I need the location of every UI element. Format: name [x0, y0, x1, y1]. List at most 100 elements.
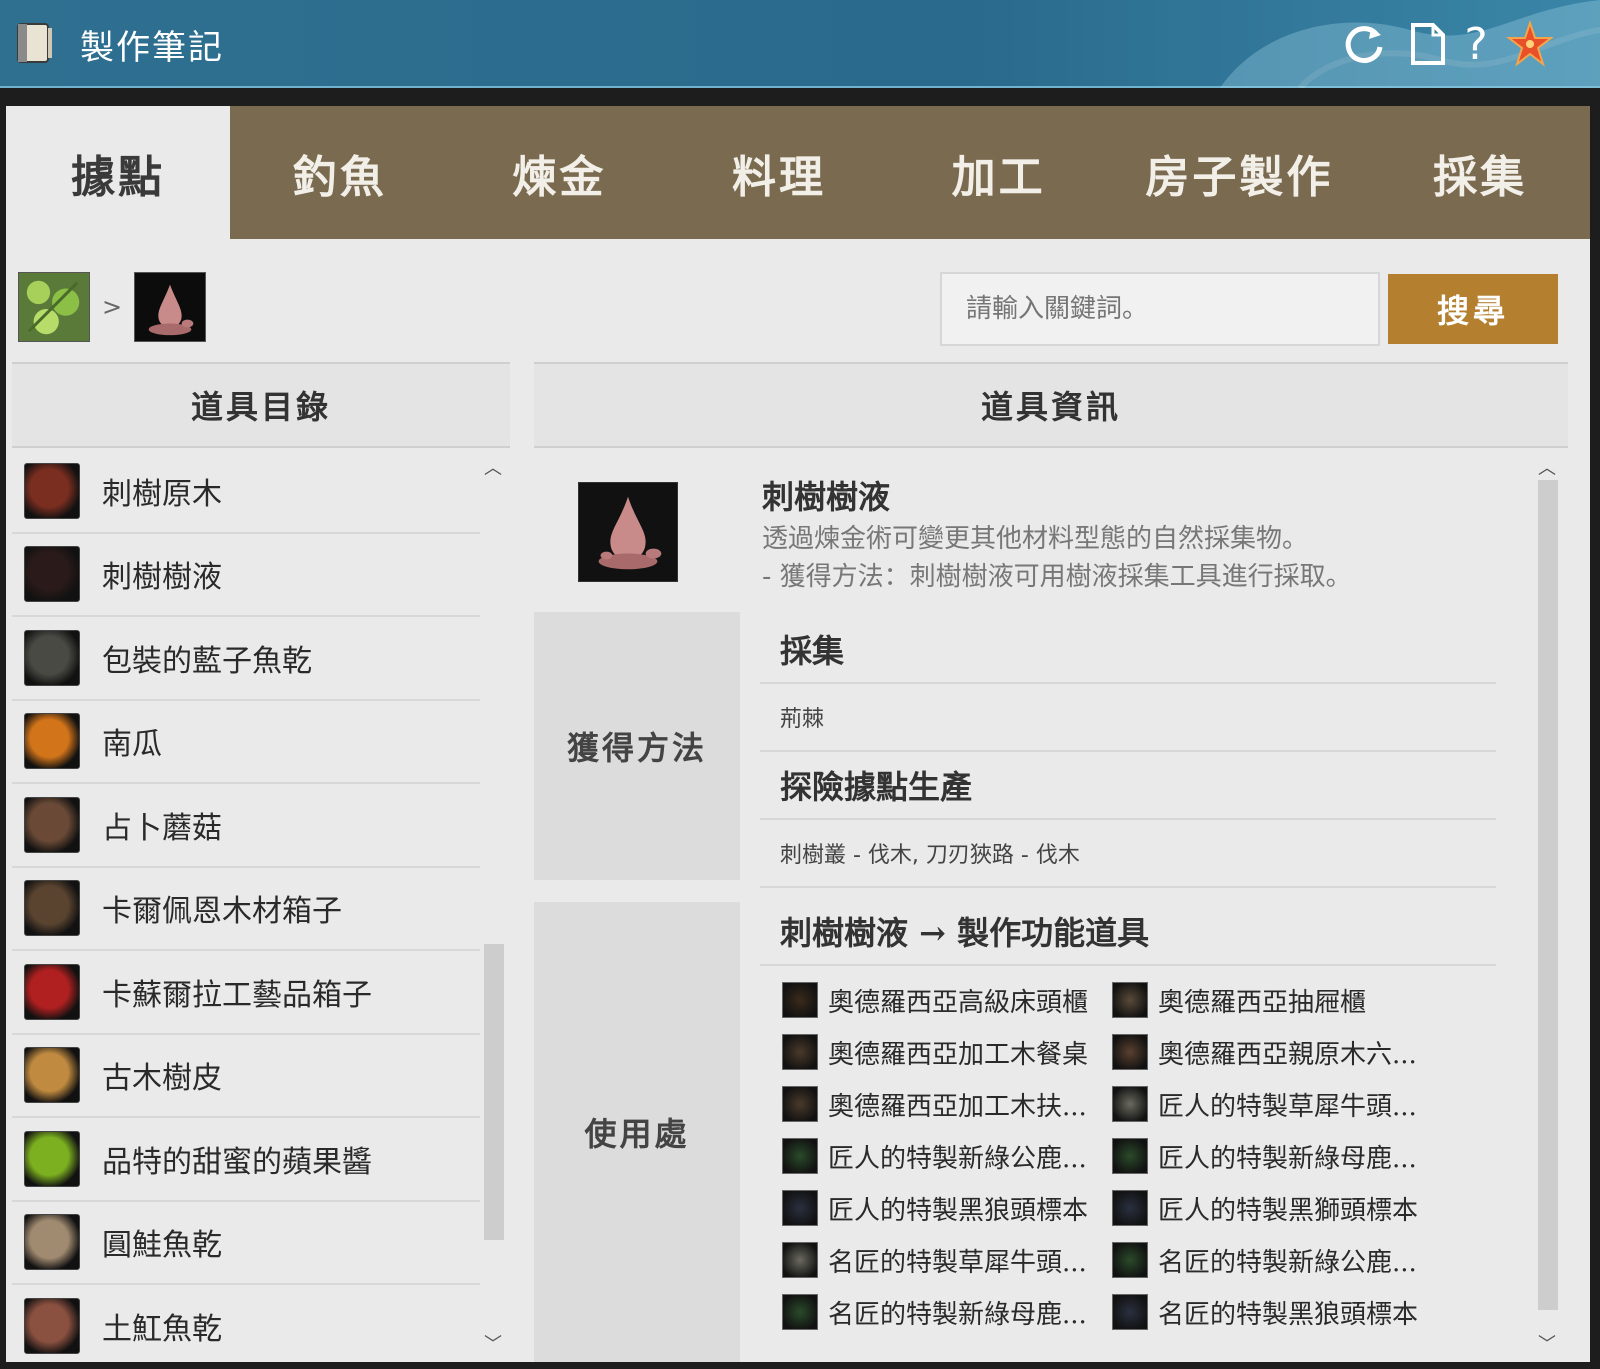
usage-item[interactable]: 匠人的特製黑狼頭標本 — [782, 1188, 1112, 1228]
pumpkin-icon — [24, 713, 80, 770]
furniture-icon — [782, 1034, 818, 1070]
usage-item[interactable]: 奧德羅西亞高級床頭櫃 — [782, 980, 1112, 1020]
list-item-label: 占卜蘑菇 — [102, 810, 222, 846]
furniture-icon — [1112, 1242, 1148, 1278]
list-item[interactable]: 刺樹樹液 — [12, 533, 480, 617]
usage-item[interactable]: 匠人的特製黑獅頭標本 — [1112, 1188, 1442, 1228]
scroll-up-icon[interactable]: ︿ — [1534, 454, 1560, 480]
item-list-scrollbar[interactable]: ︿ ﹀ — [480, 450, 506, 1362]
sap-drop-icon — [24, 546, 80, 603]
page-icon[interactable] — [1404, 20, 1452, 68]
usage-item[interactable]: 名匠的特製黑狼頭標本 — [1112, 1292, 1442, 1332]
breadcrumb-separator: > — [102, 293, 123, 321]
list-item[interactable]: 占卜蘑菇 — [12, 784, 480, 868]
usage-item-label: 名匠的特製新綠母鹿... — [828, 1299, 1087, 1330]
bark-icon — [24, 1047, 80, 1104]
usage-item-label: 奧德羅西亞加工木扶... — [828, 1091, 1087, 1122]
list-item-label: 品特的甜蜜的蘋果醬 — [102, 1144, 372, 1180]
search-input[interactable] — [940, 272, 1380, 346]
tab-house-crafting[interactable]: 房子製作 — [1108, 106, 1370, 239]
usage-item[interactable]: 匠人的特製新綠母鹿... — [1112, 1136, 1442, 1176]
furniture-icon — [1112, 1086, 1148, 1122]
usage-item[interactable]: 名匠的特製草犀牛頭... — [782, 1240, 1112, 1280]
list-item[interactable]: 土魟魚乾 — [12, 1285, 480, 1362]
furniture-icon — [782, 1294, 818, 1330]
list-item[interactable]: 圓鮭魚乾 — [12, 1201, 480, 1285]
list-item-label: 卡蘇爾拉工藝品箱子 — [102, 977, 372, 1013]
tab-cooking[interactable]: 料理 — [669, 106, 889, 239]
usage-item-label: 名匠的特製黑狼頭標本 — [1158, 1299, 1419, 1330]
item-description: 透過煉金術可變更其他材料型態的自然採集物。 - 獲得方法：刺樹樹液可用樹液採集工… — [762, 520, 1352, 596]
usage-item[interactable]: 奧德羅西亞抽屜櫃 — [1112, 980, 1442, 1020]
list-item[interactable]: 卡爾佩恩木材箱子 — [12, 867, 480, 951]
scroll-thumb[interactable] — [484, 944, 504, 1240]
item-description-line: 透過煉金術可變更其他材料型態的自然採集物。 — [762, 524, 1309, 554]
item-list-title: 道具目錄 — [12, 362, 510, 448]
item-description-line: - 獲得方法：刺樹樹液可用樹液採集工具進行採取。 — [762, 562, 1352, 592]
item-info-scrollbar[interactable]: ︿ ﹀ — [1534, 450, 1560, 1362]
scroll-up-icon[interactable]: ︿ — [480, 454, 506, 480]
refresh-icon[interactable] — [1340, 20, 1388, 68]
crate-icon — [24, 880, 80, 937]
usage-heading: 刺樹樹液 → 製作功能道具 — [760, 898, 1496, 966]
node-production-source[interactable]: 刺樹叢 - 伐木, 刀刃狹路 - 伐木 — [760, 820, 1496, 888]
furniture-icon — [782, 982, 818, 1018]
list-item-label: 刺樹原木 — [102, 476, 222, 512]
usage-item[interactable]: 名匠的特製新綠公鹿... — [1112, 1240, 1442, 1280]
usage-item-grid: 奧德羅西亞高級床頭櫃 奧德羅西亞抽屜櫃 奧德羅西亞加工木餐桌 奧德羅西亞親原木六...… — [782, 980, 1482, 1332]
usage-item-label: 名匠的特製新綠公鹿... — [1158, 1247, 1417, 1278]
furniture-icon — [782, 1242, 818, 1278]
usage-item[interactable]: 奧德羅西亞加工木餐桌 — [782, 1032, 1112, 1072]
starfish-icon[interactable] — [1506, 20, 1554, 68]
list-item[interactable]: 卡蘇爾拉工藝品箱子 — [12, 951, 480, 1035]
list-item-label: 南瓜 — [102, 727, 162, 763]
dried-fish-icon — [24, 1214, 80, 1271]
list-item[interactable]: 品特的甜蜜的蘋果醬 — [12, 1118, 480, 1202]
gathering-source[interactable]: 荊棘 — [760, 684, 1496, 752]
search-button[interactable]: 搜尋 — [1388, 274, 1558, 344]
list-item[interactable]: 古木樹皮 — [12, 1034, 480, 1118]
item-list-panel: 道具目錄 刺樹原木刺樹樹液包裝的藍子魚乾南瓜占卜蘑菇卡爾佩恩木材箱子 卡蘇爾拉工藝… — [12, 362, 510, 1362]
list-item-label: 卡爾佩恩木材箱子 — [102, 894, 342, 930]
tab-processing[interactable]: 加工 — [889, 106, 1109, 239]
sap-drop-icon[interactable] — [134, 272, 207, 342]
title-bar: 製作筆記 ? — [0, 0, 1600, 88]
tab-node[interactable]: 據點 — [6, 106, 230, 239]
list-item-label: 土魟魚乾 — [102, 1311, 222, 1347]
apple-jam-icon — [24, 1130, 80, 1187]
help-icon[interactable]: ? — [1452, 19, 1500, 70]
usage-section: 刺樹樹液 → 製作功能道具 奧德羅西亞高級床頭櫃 奧德羅西亞抽屜櫃 奧德羅西亞加工木… — [760, 898, 1496, 1362]
list-item[interactable]: 刺樹原木 — [12, 450, 480, 534]
dried-ray-icon — [24, 1297, 80, 1354]
scroll-down-icon[interactable]: ﹀ — [480, 1330, 506, 1356]
list-item-label: 刺樹樹液 — [102, 560, 222, 596]
tab-alchemy[interactable]: 煉金 — [450, 106, 670, 239]
sap-drop-icon — [578, 482, 678, 582]
herb-icon[interactable] — [18, 272, 90, 342]
tab-fishing[interactable]: 釣魚 — [230, 106, 450, 239]
usage-item-label: 匠人的特製新綠母鹿... — [1158, 1143, 1417, 1174]
tab-gathering[interactable]: 採集 — [1370, 106, 1590, 239]
usage-item-label: 名匠的特製草犀牛頭... — [828, 1247, 1087, 1278]
usage-item[interactable]: 奧德羅西亞親原木六... — [1112, 1032, 1442, 1072]
usage-label: 使用處 — [534, 902, 740, 1362]
item-info-title: 道具資訊 — [534, 362, 1568, 448]
list-item[interactable]: 包裝的藍子魚乾 — [12, 617, 480, 701]
mushroom-icon — [24, 796, 80, 853]
usage-item[interactable]: 匠人的特製草犀牛頭... — [1112, 1084, 1442, 1124]
usage-item[interactable]: 奧德羅西亞加工木扶... — [782, 1084, 1112, 1124]
list-item-label: 圓鮭魚乾 — [102, 1228, 222, 1264]
book-icon — [17, 23, 52, 63]
usage-item-label: 奧德羅西亞加工木餐桌 — [828, 1039, 1089, 1070]
list-item-label: 古木樹皮 — [102, 1061, 222, 1097]
furniture-icon — [782, 1190, 818, 1226]
list-item[interactable]: 南瓜 — [12, 700, 480, 784]
usage-item[interactable]: 匠人的特製新綠公鹿... — [782, 1136, 1112, 1176]
furniture-icon — [1112, 1294, 1148, 1330]
usage-item[interactable]: 名匠的特製新綠母鹿... — [782, 1292, 1112, 1332]
scroll-thumb[interactable] — [1538, 480, 1558, 1310]
red-box-icon — [24, 963, 80, 1020]
log-icon — [24, 462, 80, 519]
window-title: 製作筆記 — [80, 28, 224, 68]
scroll-down-icon[interactable]: ﹀ — [1534, 1330, 1560, 1356]
